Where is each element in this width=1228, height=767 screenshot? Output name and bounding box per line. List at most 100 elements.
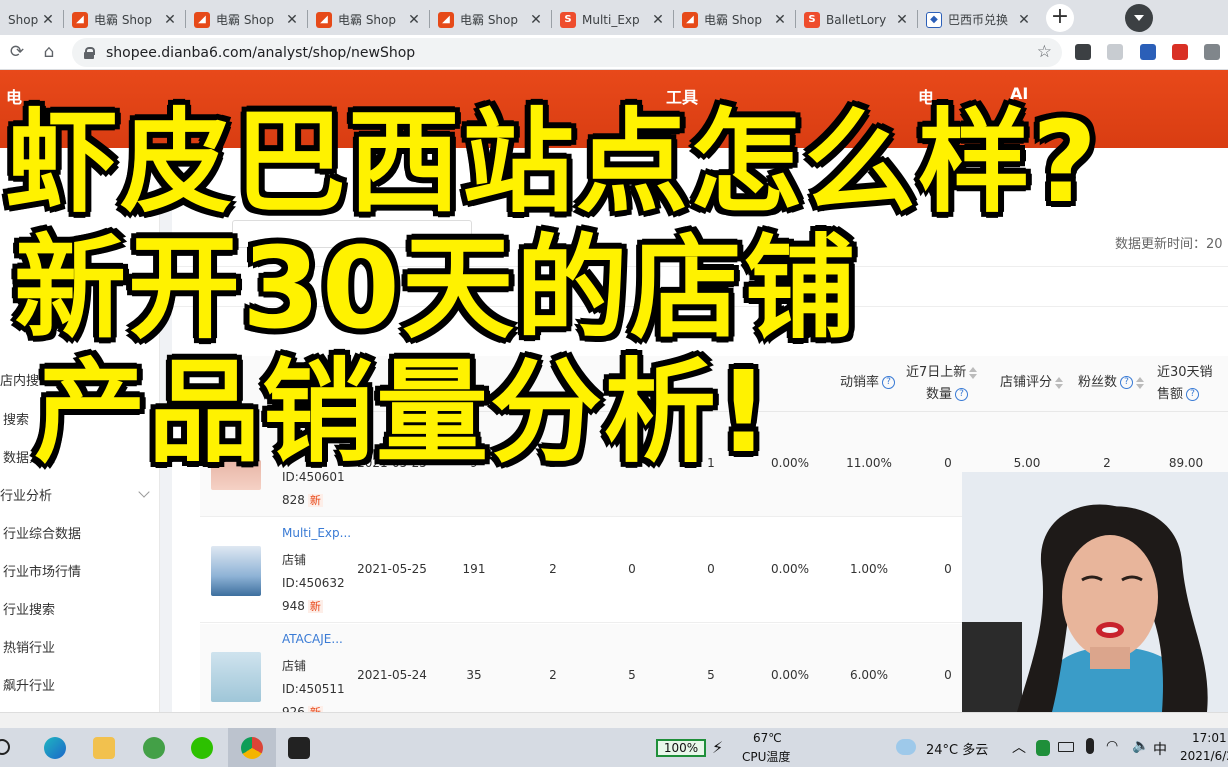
shop-type: 店铺	[282, 659, 307, 673]
clock-time[interactable]: 17:01	[1192, 731, 1227, 745]
baidu-icon: ◆	[926, 11, 942, 28]
browser-tab[interactable]: S BalletLory ✕	[796, 4, 916, 35]
tray-chevron-icon[interactable]: ︿	[1012, 737, 1026, 757]
recorder-icon[interactable]	[288, 737, 310, 759]
edge-icon[interactable]	[44, 737, 66, 759]
cpu-temp-label: CPU温度	[742, 750, 791, 764]
help-icon[interactable]: ?	[1120, 376, 1134, 389]
chrome-icon[interactable]	[241, 737, 263, 759]
windows-taskbar: 100% ⚡ 67℃ CPU温度 24°C 多云 ︿ ◠ 🔈 中 17:01 2…	[0, 728, 1228, 767]
cell-value: 2	[549, 668, 557, 682]
sell-through-rate: 11.00%	[846, 456, 892, 470]
volume-icon[interactable]: 🔈	[1132, 738, 1149, 754]
weather-icon[interactable]	[896, 739, 916, 755]
close-icon[interactable]: ✕	[650, 12, 666, 28]
tab-search-button[interactable]	[1125, 4, 1153, 32]
home-icon[interactable]: ⌂	[38, 41, 60, 63]
shop-type: 店铺	[282, 553, 307, 567]
close-icon[interactable]: ✕	[528, 12, 544, 28]
sort-icon[interactable]	[969, 366, 978, 379]
browser-tab[interactable]: ◢ 电霸 Shop ✕	[308, 4, 428, 35]
sidebar-item-industry-data[interactable]: 行业综合数据	[3, 523, 81, 542]
wechat-icon[interactable]	[191, 737, 213, 759]
tab-title: 巴西币兑换	[948, 13, 1009, 27]
sidebar-item-industry-search[interactable]: 行业搜索	[3, 599, 55, 618]
microphone-icon[interactable]	[1086, 738, 1094, 754]
browser-tab[interactable]: ◢ 电霸 Shop ✕	[186, 4, 306, 35]
shop-thumbnail[interactable]	[211, 652, 261, 702]
product-count: 191	[462, 562, 486, 576]
close-icon[interactable]: ✕	[284, 12, 300, 28]
extension-icon[interactable]	[1075, 44, 1091, 60]
close-icon[interactable]: ✕	[162, 12, 178, 28]
tab-title: 电霸 Shop	[460, 13, 518, 27]
battery-tray-icon[interactable]	[1058, 742, 1074, 752]
browser-tab[interactable]: ◆ 巴西币兑换 ✕	[918, 4, 1038, 35]
column-header[interactable]: 店铺评分	[1000, 372, 1064, 394]
ime-indicator[interactable]: 中	[1153, 739, 1167, 759]
video-title-line-3: 产品销量分析!	[34, 348, 772, 478]
cell-value: 5	[628, 668, 636, 682]
browser-tab[interactable]: Shop ✕	[0, 4, 62, 35]
clock-date[interactable]: 2021/6/2	[1180, 749, 1228, 763]
folder-icon[interactable]	[93, 737, 115, 759]
puzzle-icon[interactable]	[1204, 44, 1220, 60]
created-date: 2021-05-25	[357, 562, 427, 576]
help-icon[interactable]: ?	[882, 376, 896, 389]
browser-toolbar: ⟳ ⌂ shopee.dianba6.com/analyst/shop/newS…	[0, 35, 1228, 70]
cpu-temp: 67℃	[753, 731, 782, 745]
tab-title: Multi_Exp	[582, 12, 640, 27]
new-tab-button[interactable]: +	[1046, 4, 1074, 32]
shopee-icon: S	[560, 11, 576, 28]
sort-icon[interactable]	[1136, 376, 1145, 389]
column-header[interactable]: 动销率?	[840, 372, 896, 394]
battery-indicator[interactable]: 100%	[656, 739, 706, 757]
horizontal-scrollbar[interactable]	[0, 712, 1228, 728]
cell-value: 5	[707, 668, 715, 682]
close-icon[interactable]: ✕	[772, 12, 788, 28]
close-icon[interactable]: ✕	[40, 12, 56, 28]
sidebar-item-rising-industry[interactable]: 飙升行业	[3, 675, 55, 694]
bookmark-star-icon[interactable]: ☆	[1037, 42, 1052, 62]
url-text[interactable]: shopee.dianba6.com/analyst/shop/newShop	[106, 45, 415, 61]
browser-tab[interactable]: S Multi_Exp ✕	[552, 4, 672, 35]
lock-icon	[84, 46, 95, 59]
browser-tab[interactable]: ◢ 电霸 Shop ✕	[674, 4, 794, 35]
sidebar-item-hot-industry[interactable]: 热销行业	[3, 637, 55, 656]
wifi-icon[interactable]: ◠	[1106, 738, 1118, 754]
tab-title: Shop	[8, 12, 39, 27]
reload-icon[interactable]: ⟳	[6, 41, 28, 63]
column-header[interactable]: 粉丝数?	[1078, 372, 1145, 394]
tab-title: 电霸 Shop	[216, 13, 274, 27]
browser-tab[interactable]: ◢ 电霸 Shop ✕	[64, 4, 184, 35]
browser-tab[interactable]: ◢ 电霸 Shop ✕	[430, 4, 550, 35]
security-icon[interactable]	[1036, 740, 1050, 756]
cell-value: 0.00%	[770, 456, 810, 470]
app-icon[interactable]	[143, 737, 165, 759]
new-badge: 新	[307, 494, 323, 507]
sidebar-item-search[interactable]: 搜索	[3, 409, 29, 428]
shop-name-link[interactable]: ATACAJE...	[282, 632, 343, 646]
sidebar-item-market-trend[interactable]: 行业市场行情	[3, 561, 81, 580]
extension-icon[interactable]	[1172, 44, 1188, 60]
search-icon[interactable]	[0, 739, 10, 755]
browser-tab-strip: Shop ✕ ◢ 电霸 Shop ✕ ◢ 电霸 Shop ✕ ◢ 电霸 Shop…	[0, 0, 1228, 35]
column-header[interactable]: 近7日上新 数量?	[906, 362, 978, 406]
webcam-overlay	[962, 472, 1228, 712]
close-icon[interactable]: ✕	[1016, 12, 1032, 28]
shop-name-link[interactable]: Multi_Exp...	[282, 526, 351, 540]
chevron-down-icon[interactable]	[138, 486, 150, 498]
sort-icon[interactable]	[1055, 376, 1064, 389]
close-icon[interactable]: ✕	[894, 12, 910, 28]
help-icon[interactable]: ?	[955, 388, 969, 401]
extension-icon[interactable]	[1140, 44, 1156, 60]
shop-thumbnail[interactable]	[211, 546, 261, 596]
close-icon[interactable]: ✕	[406, 12, 422, 28]
sales-30d: 89.00	[1168, 456, 1204, 470]
help-icon[interactable]: ?	[1186, 388, 1200, 401]
column-header[interactable]: 近30天销 售额?	[1157, 362, 1213, 406]
address-bar[interactable]: shopee.dianba6.com/analyst/shop/newShop …	[72, 38, 1062, 67]
weather-text[interactable]: 24°C 多云	[926, 739, 988, 758]
extension-icon[interactable]	[1107, 44, 1123, 60]
sidebar-item-industry-analysis[interactable]: 行业分析	[0, 485, 52, 504]
